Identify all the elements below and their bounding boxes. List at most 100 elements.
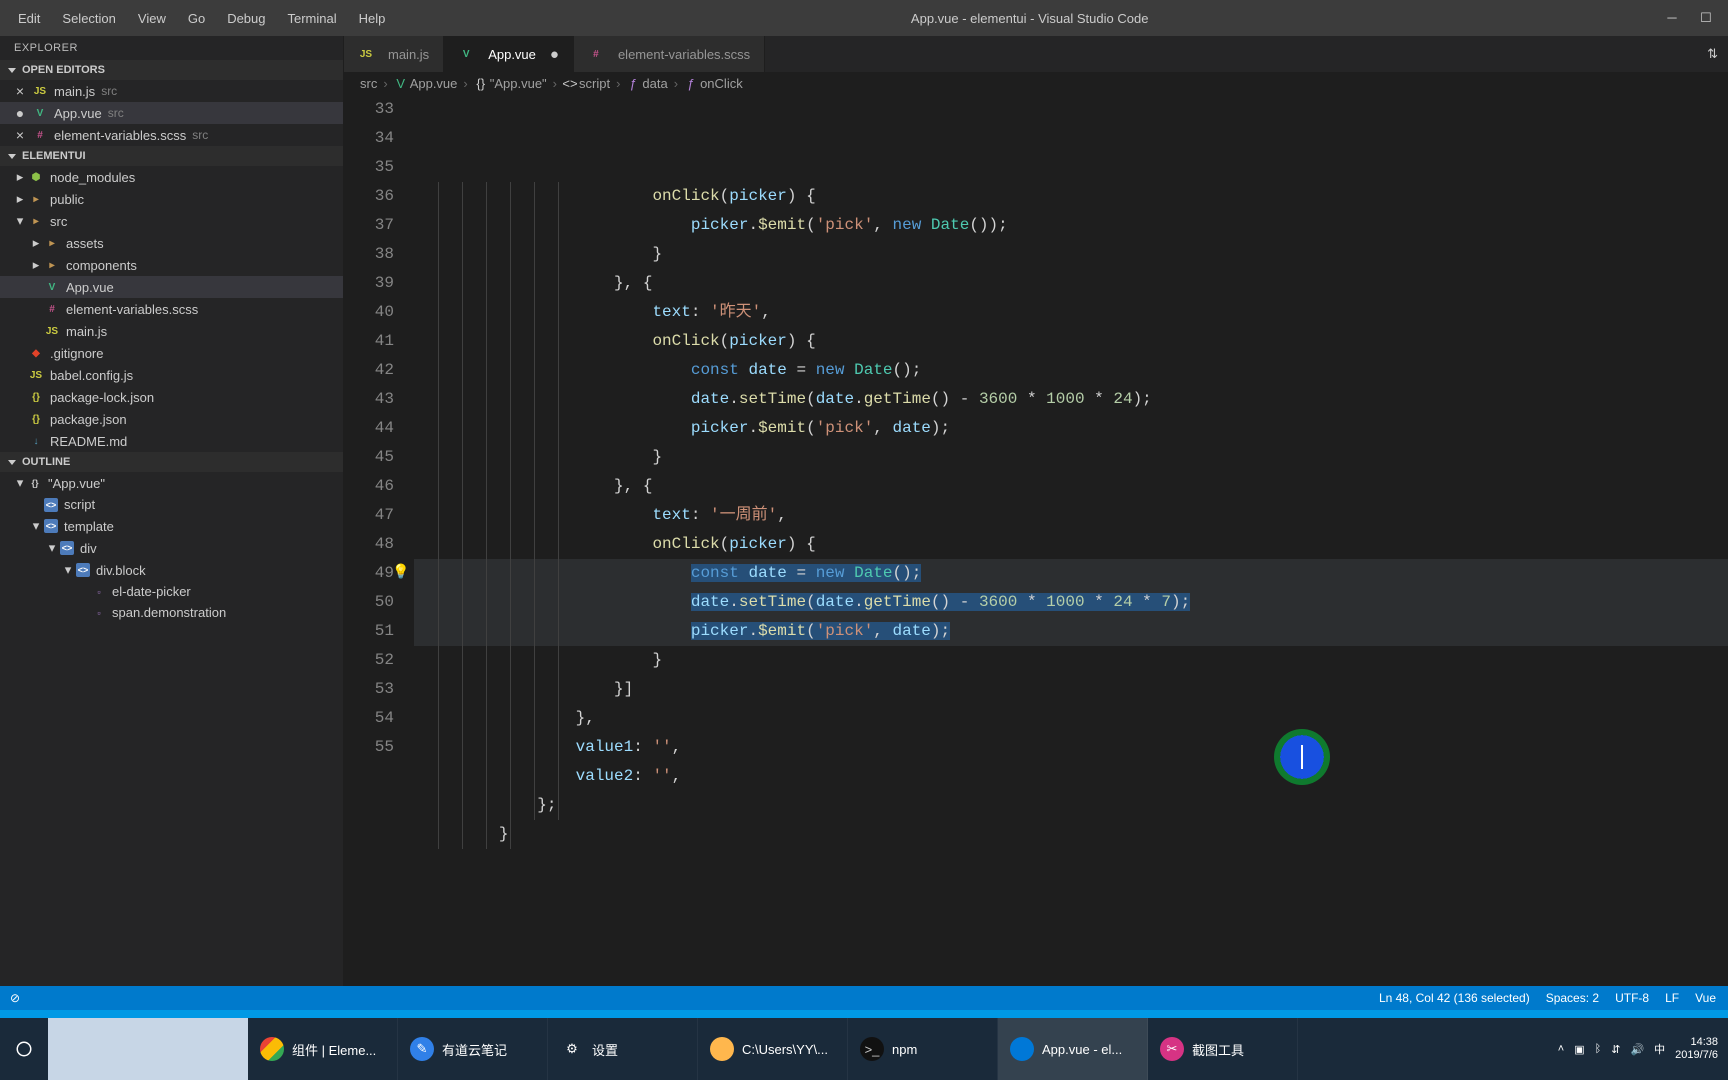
folder-item[interactable]: ▸▸components <box>0 254 343 276</box>
code-line[interactable]: } <box>414 240 1728 269</box>
tray-shield-icon[interactable]: ▣ <box>1574 1043 1584 1056</box>
status-eol[interactable]: LF <box>1665 991 1679 1005</box>
code-line[interactable]: date.setTime(date.getTime() - 3600 * 100… <box>414 385 1728 414</box>
outline-item[interactable]: ▾<>template <box>0 515 343 537</box>
close-icon[interactable]: × <box>14 128 26 142</box>
menu-debug[interactable]: Debug <box>217 7 275 30</box>
breadcrumb-item[interactable]: <>script <box>563 76 610 91</box>
folder-item[interactable]: ▸▸public <box>0 188 343 210</box>
tray-volume-icon[interactable]: 🔊 <box>1630 1043 1644 1056</box>
outline-header[interactable]: OUTLINE <box>0 452 343 472</box>
code-editor[interactable]: 3334353637383940414243444546474849505152… <box>344 95 1728 986</box>
breadcrumb-item[interactable]: ƒdata <box>626 76 667 91</box>
project-header[interactable]: ELEMENTUI <box>0 146 343 166</box>
item-label: main.js <box>66 324 107 339</box>
close-icon[interactable]: × <box>14 84 26 98</box>
minimize-icon[interactable]: ─ <box>1664 10 1680 26</box>
status-position[interactable]: Ln 48, Col 42 (136 selected) <box>1379 991 1530 1005</box>
editor-tab[interactable]: #element-variables.scss <box>574 36 765 72</box>
outline-item[interactable]: ▫span.demonstration <box>0 602 343 623</box>
code-line[interactable]: 💡 const date = new Date(); <box>414 559 1728 588</box>
outline-item[interactable]: ▾{}"App.vue" <box>0 472 343 494</box>
menu-terminal[interactable]: Terminal <box>278 7 347 30</box>
editor-tab[interactable]: VApp.vue● <box>444 36 574 72</box>
code-line[interactable]: onClick(picker) { <box>414 327 1728 356</box>
open-editor-item[interactable]: ×#element-variables.scsssrc <box>0 124 343 146</box>
file-item[interactable]: VApp.vue <box>0 276 343 298</box>
file-item[interactable]: {}package-lock.json <box>0 386 343 408</box>
taskbar-app[interactable]: ⚙设置 <box>548 1018 698 1080</box>
taskbar-app[interactable]: C:\Users\YY\... <box>698 1018 848 1080</box>
code-line[interactable]: text: '一周前', <box>414 501 1728 530</box>
code-line[interactable]: onClick(picker) { <box>414 530 1728 559</box>
code-line[interactable]: }, { <box>414 269 1728 298</box>
taskbar-app[interactable]: ✎有道云笔记 <box>398 1018 548 1080</box>
menu-help[interactable]: Help <box>349 7 396 30</box>
code-line[interactable]: }, { <box>414 472 1728 501</box>
taskbar-app[interactable]: App.vue - el... <box>998 1018 1148 1080</box>
code-line[interactable]: } <box>414 820 1728 849</box>
menu-view[interactable]: View <box>128 7 176 30</box>
start-button[interactable] <box>0 1018 48 1080</box>
outline-item[interactable]: ▾<>div <box>0 537 343 559</box>
tab-close-icon[interactable]: ● <box>550 47 559 62</box>
editor-tab[interactable]: JSmain.js <box>344 36 444 72</box>
file-item[interactable]: ↓README.md <box>0 430 343 452</box>
maximize-icon[interactable]: ☐ <box>1698 10 1714 26</box>
code-line[interactable]: picker.$emit('pick', date); <box>414 414 1728 443</box>
close-icon[interactable]: ● <box>14 106 26 120</box>
breadcrumb-item[interactable]: VApp.vue <box>394 76 458 91</box>
code-line[interactable]: } <box>414 646 1728 675</box>
folder-item[interactable]: ▾▸src <box>0 210 343 232</box>
breadcrumb-item[interactable]: src <box>360 76 377 91</box>
open-editor-item[interactable]: ×JSmain.jssrc <box>0 80 343 102</box>
outline-item[interactable]: ▾<>div.block <box>0 559 343 581</box>
taskbar-app[interactable]: >_npm <box>848 1018 998 1080</box>
code-line[interactable]: date.setTime(date.getTime() - 3600 * 100… <box>414 588 1728 617</box>
outline-item[interactable]: <>script <box>0 494 343 515</box>
open-editors-header[interactable]: OPEN EDITORS <box>0 60 343 80</box>
code-line[interactable]: text: '昨天', <box>414 298 1728 327</box>
menu-selection[interactable]: Selection <box>52 7 125 30</box>
file-item[interactable]: JSmain.js <box>0 320 343 342</box>
folder-item[interactable]: ▸⬢node_modules <box>0 166 343 188</box>
code-line[interactable]: onClick(picker) { <box>414 182 1728 211</box>
code-line[interactable]: value2: '', <box>414 762 1728 791</box>
status-encoding[interactable]: UTF-8 <box>1615 991 1649 1005</box>
menu-edit[interactable]: Edit <box>8 7 50 30</box>
lightbulb-icon[interactable]: 💡 <box>392 559 409 588</box>
status-lang[interactable]: Vue <box>1695 991 1716 1005</box>
compare-icon[interactable]: ⇅ <box>1707 46 1718 62</box>
taskbar-search[interactable] <box>48 1018 248 1080</box>
file-item[interactable]: JSbabel.config.js <box>0 364 343 386</box>
folder-item[interactable]: ▸▸assets <box>0 232 343 254</box>
open-editor-item[interactable]: ●VApp.vuesrc <box>0 102 343 124</box>
code-line[interactable]: value1: '', <box>414 733 1728 762</box>
code-line[interactable]: }; <box>414 791 1728 820</box>
tray-ime[interactable]: 中 <box>1654 1041 1665 1057</box>
code-line[interactable]: const date = new Date(); <box>414 356 1728 385</box>
breadcrumb-item[interactable]: ƒonClick <box>684 76 743 91</box>
breadcrumbs[interactable]: src›VApp.vue›{}"App.vue"›<>script›ƒdata›… <box>344 72 1728 95</box>
file-item[interactable]: #element-variables.scss <box>0 298 343 320</box>
code-line[interactable]: }] <box>414 675 1728 704</box>
file-item[interactable]: {}package.json <box>0 408 343 430</box>
tray-chevron-icon[interactable]: ˄ <box>1558 1043 1564 1055</box>
menu-go[interactable]: Go <box>178 7 215 30</box>
status-spaces[interactable]: Spaces: 2 <box>1546 991 1599 1005</box>
status-left[interactable]: ⊘ <box>0 991 30 1005</box>
code-line[interactable]: }, <box>414 704 1728 733</box>
breadcrumb-item[interactable]: {}"App.vue" <box>474 76 547 91</box>
item-label: README.md <box>50 434 127 449</box>
code-line[interactable]: } <box>414 443 1728 472</box>
code-content[interactable]: onClick(picker) { picker.$emit('pick', n… <box>414 95 1728 986</box>
taskbar-app[interactable]: 组件 | Eleme... <box>248 1018 398 1080</box>
taskbar-clock[interactable]: 14:38 2019/7/6 <box>1675 1036 1718 1062</box>
taskbar-app[interactable]: ✂截图工具 <box>1148 1018 1298 1080</box>
tray-network-icon[interactable]: ⇵ <box>1611 1043 1620 1056</box>
code-line[interactable]: picker.$emit('pick', new Date()); <box>414 211 1728 240</box>
code-line[interactable]: picker.$emit('pick', date); <box>414 617 1728 646</box>
tray-bluetooth-icon[interactable]: ᛒ <box>1595 1043 1602 1055</box>
outline-item[interactable]: ▫el-date-picker <box>0 581 343 602</box>
file-item[interactable]: ◆.gitignore <box>0 342 343 364</box>
